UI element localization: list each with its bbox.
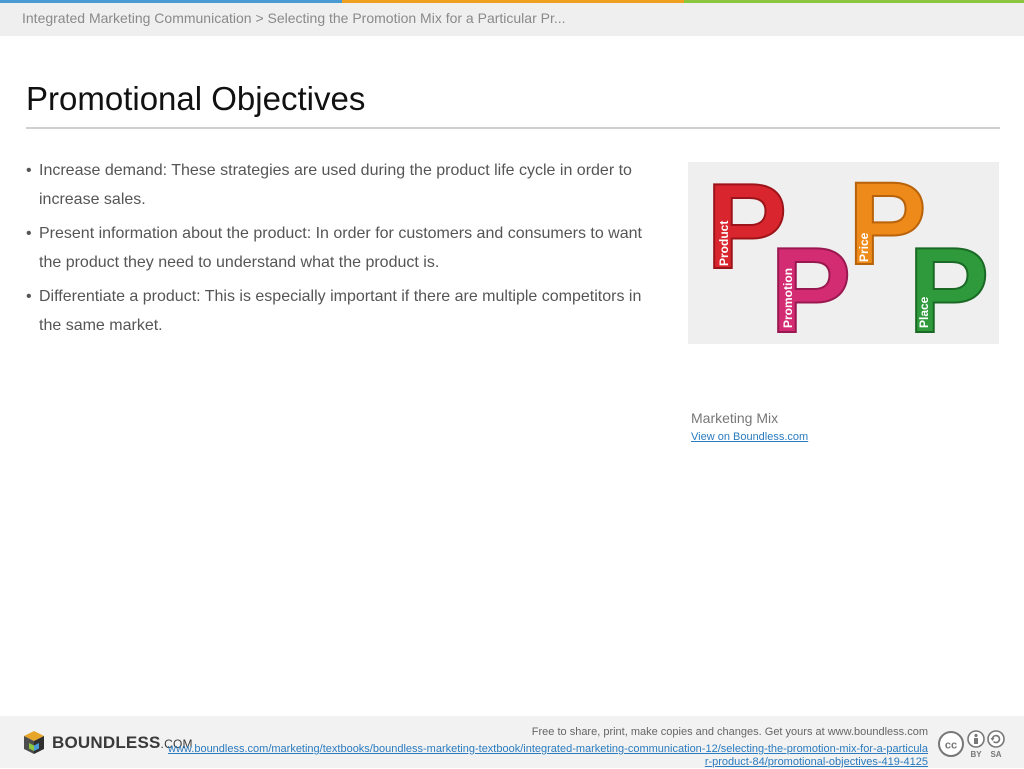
svg-text:BY: BY bbox=[970, 750, 982, 759]
title-divider bbox=[26, 127, 1000, 129]
boundless-cube-icon bbox=[24, 731, 44, 754]
free-to-share-text: Free to share, print, make copies and ch… bbox=[531, 726, 928, 738]
marketing-mix-image: P Product P Price P Promotion P Place bbox=[688, 157, 999, 359]
top-stripe-green bbox=[684, 0, 1024, 3]
letter-p-promotion: P Promotion bbox=[769, 221, 852, 359]
bullet-item: Differentiate a product: This is especia… bbox=[26, 282, 666, 340]
letter-p-place: P Place bbox=[907, 221, 990, 359]
top-stripe-blue bbox=[0, 0, 342, 3]
bullet-list: Increase demand: These strategies are us… bbox=[26, 156, 666, 345]
svg-text:Place: Place bbox=[917, 296, 931, 328]
creative-commons-icon: cc bbox=[938, 731, 964, 757]
cc-by-sa-license: cc BY SA bbox=[938, 730, 1005, 759]
source-url-link[interactable]: www.boundless.com/marketing/textbooks/bo… bbox=[168, 743, 928, 769]
attribution-by-icon: BY bbox=[967, 730, 985, 759]
bullet-item: Increase demand: These strategies are us… bbox=[26, 156, 666, 214]
view-on-boundless-link[interactable]: View on Boundless.com bbox=[691, 431, 808, 443]
bullet-item: Present information about the product: I… bbox=[26, 219, 666, 277]
svg-text:Promotion: Promotion bbox=[781, 268, 795, 328]
svg-text:Product: Product bbox=[717, 221, 731, 266]
footer: BOUNDLESS.COM Free to share, print, make… bbox=[0, 716, 1024, 768]
slide-title: Promotional Objectives bbox=[26, 80, 366, 117]
four-p-graphic: P Product P Price P Promotion P Place bbox=[705, 157, 990, 359]
svg-text:cc: cc bbox=[945, 740, 957, 752]
top-stripe-orange bbox=[342, 0, 684, 3]
svg-text:Price: Price bbox=[857, 232, 871, 262]
svg-text:SA: SA bbox=[990, 750, 1001, 759]
image-caption: Marketing Mix bbox=[691, 410, 779, 426]
share-alike-icon: SA bbox=[987, 730, 1005, 759]
top-bar: Integrated Marketing Communication > Sel… bbox=[0, 0, 1024, 36]
logo-name: BOUNDLESS bbox=[52, 733, 161, 752]
breadcrumb: Integrated Marketing Communication > Sel… bbox=[22, 10, 566, 26]
